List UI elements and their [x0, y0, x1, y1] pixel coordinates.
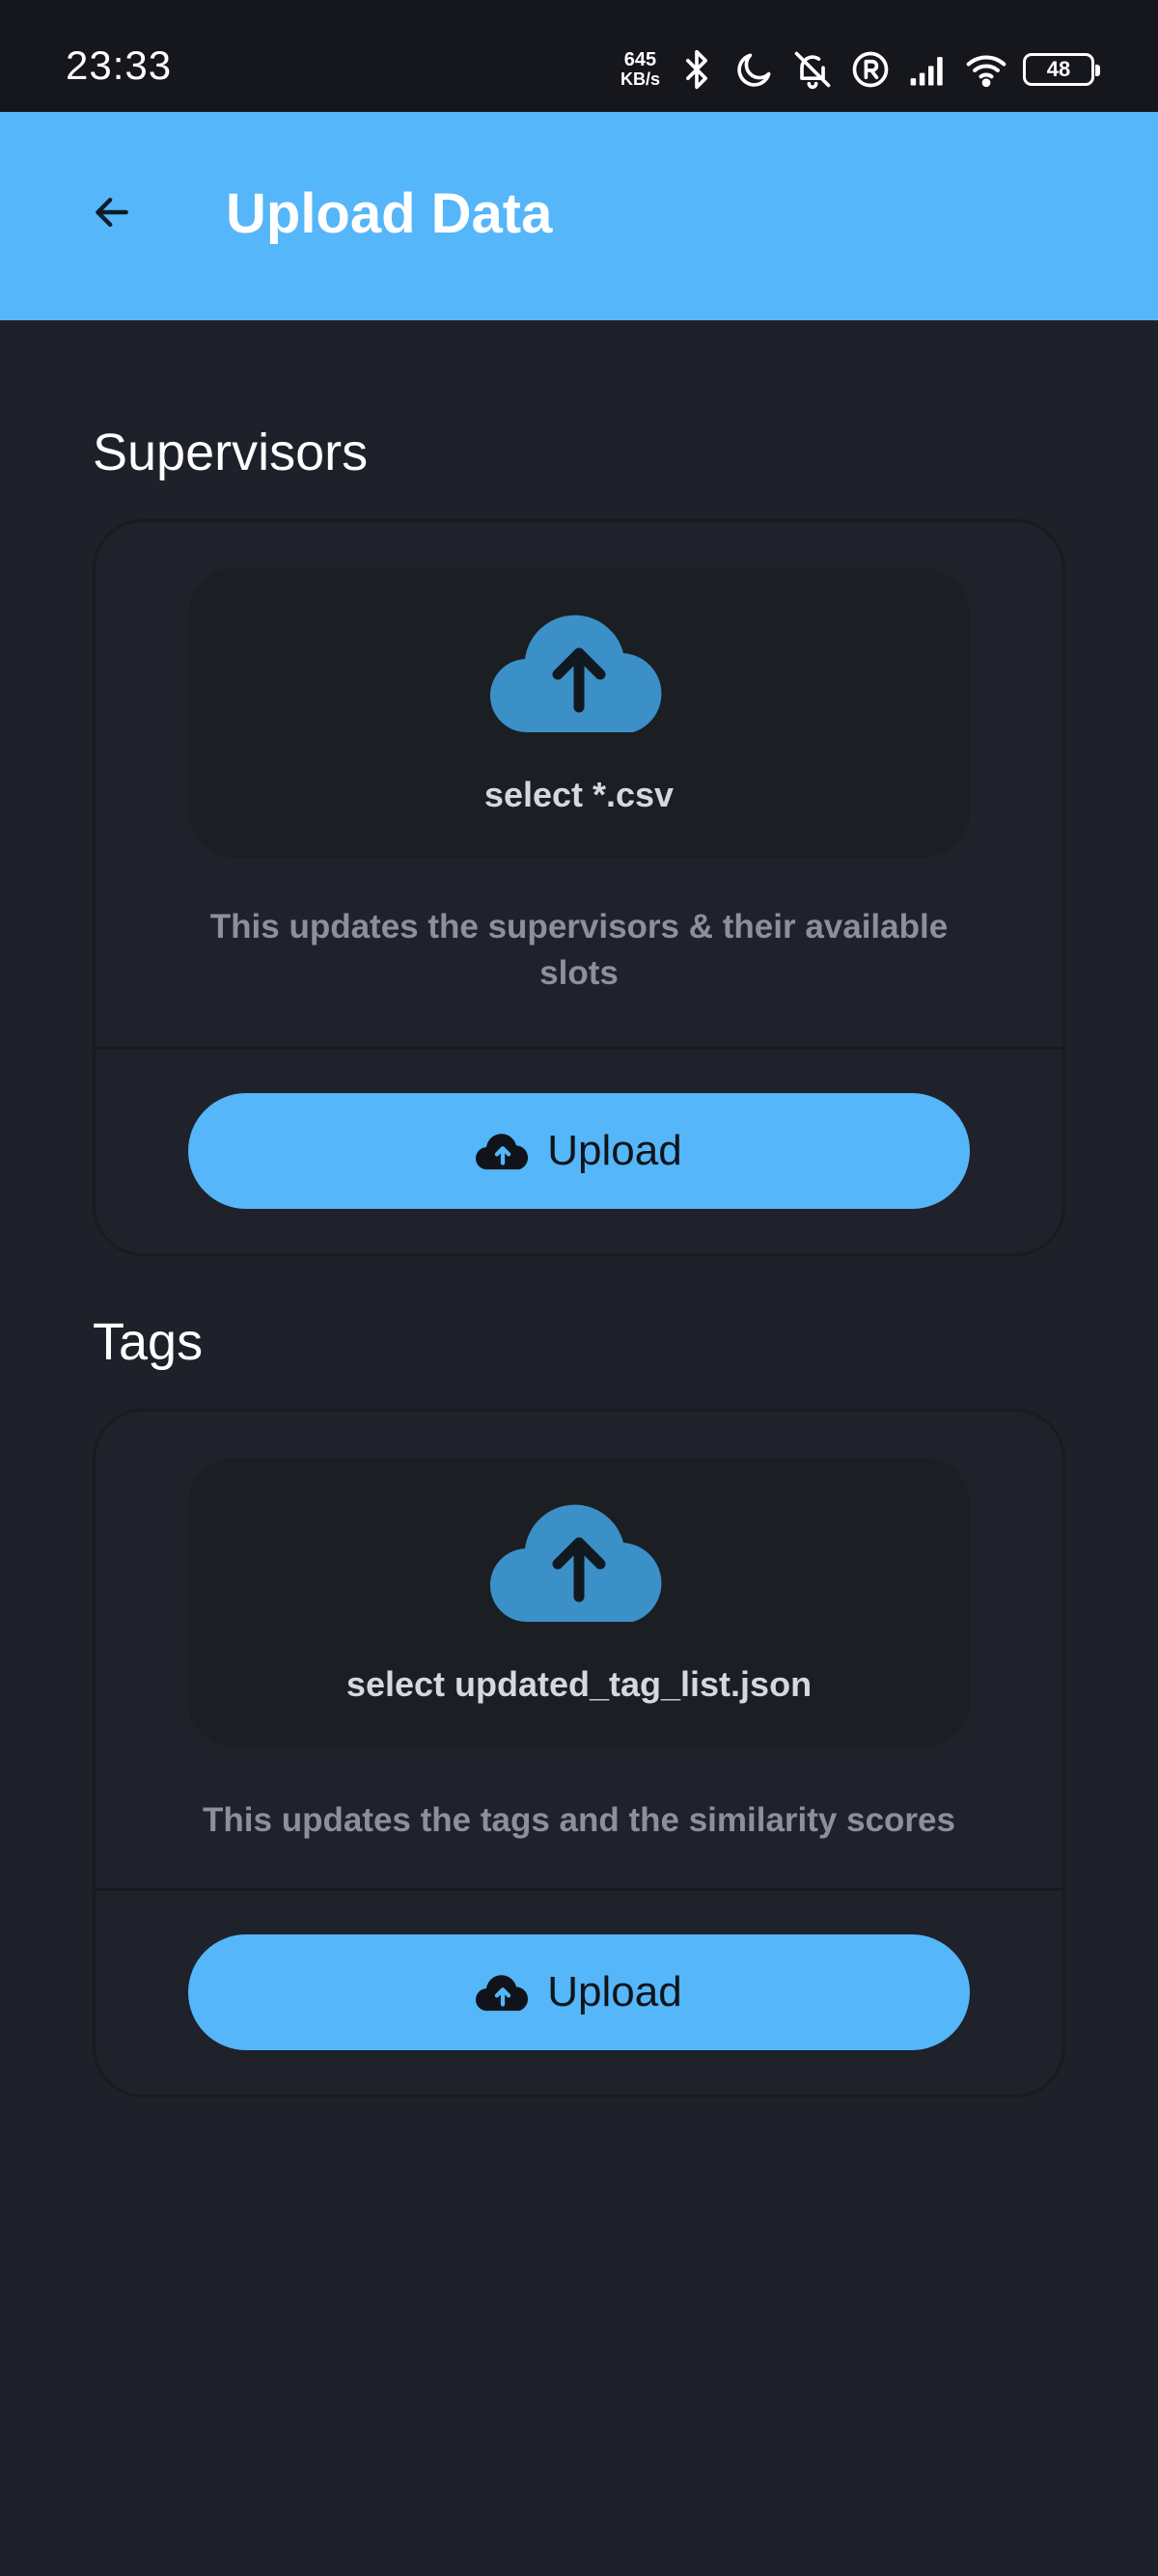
file-select-dropzone[interactable]: select updated_tag_list.json	[188, 1458, 970, 1747]
registered-icon	[852, 51, 889, 88]
wifi-icon	[966, 55, 1006, 88]
card-divider	[96, 1047, 1062, 1050]
status-icons: 645 KB/s 48	[620, 44, 1100, 95]
battery-icon: 48	[1023, 53, 1100, 86]
cloud-upload-icon	[476, 1975, 529, 2012]
upload-button[interactable]: Upload	[188, 1093, 970, 1209]
battery-level: 48	[1046, 57, 1071, 81]
page-title: Upload Data	[226, 182, 553, 245]
status-time: 23:33	[66, 42, 173, 88]
back-button[interactable]	[77, 178, 147, 247]
moon-icon	[737, 53, 771, 87]
section-description: This updates the tags and the similarity…	[203, 1801, 955, 1839]
arrow-left-icon	[96, 197, 128, 228]
upload-card-supervisors: select *.csv This updates the supervisor…	[93, 519, 1065, 1256]
net-speed: 645 KB/s	[620, 50, 660, 89]
net-speed-unit: KB/s	[620, 69, 660, 89]
upload-button[interactable]: Upload	[188, 1934, 970, 2050]
upload-button-label: Upload	[547, 1127, 682, 1174]
net-speed-value: 645	[623, 49, 657, 70]
upload-card-tags: select updated_tag_list.json This update…	[93, 1409, 1065, 2097]
status-bar: 23:33 645 KB/s 48	[0, 0, 1158, 112]
app-bar: Upload Data	[0, 112, 1158, 320]
cloud-upload-icon	[476, 1134, 529, 1170]
signal-icon	[910, 57, 943, 86]
select-file-label: select updated_tag_list.json	[345, 1664, 813, 1704]
section-title-supervisors: Supervisors	[93, 424, 369, 481]
bluetooth-icon	[686, 49, 707, 90]
card-divider	[96, 1888, 1062, 1891]
cloud-upload-icon	[490, 1504, 662, 1623]
cloud-upload-icon	[490, 615, 662, 733]
bell-off-icon	[794, 51, 831, 90]
file-select-dropzone[interactable]: select *.csv	[188, 568, 970, 858]
section-title-tags: Tags	[93, 1313, 204, 1371]
section-description: This updates the supervisors & their ava…	[209, 908, 949, 992]
upload-button-label: Upload	[547, 1968, 682, 2015]
select-file-label: select *.csv	[483, 775, 675, 814]
